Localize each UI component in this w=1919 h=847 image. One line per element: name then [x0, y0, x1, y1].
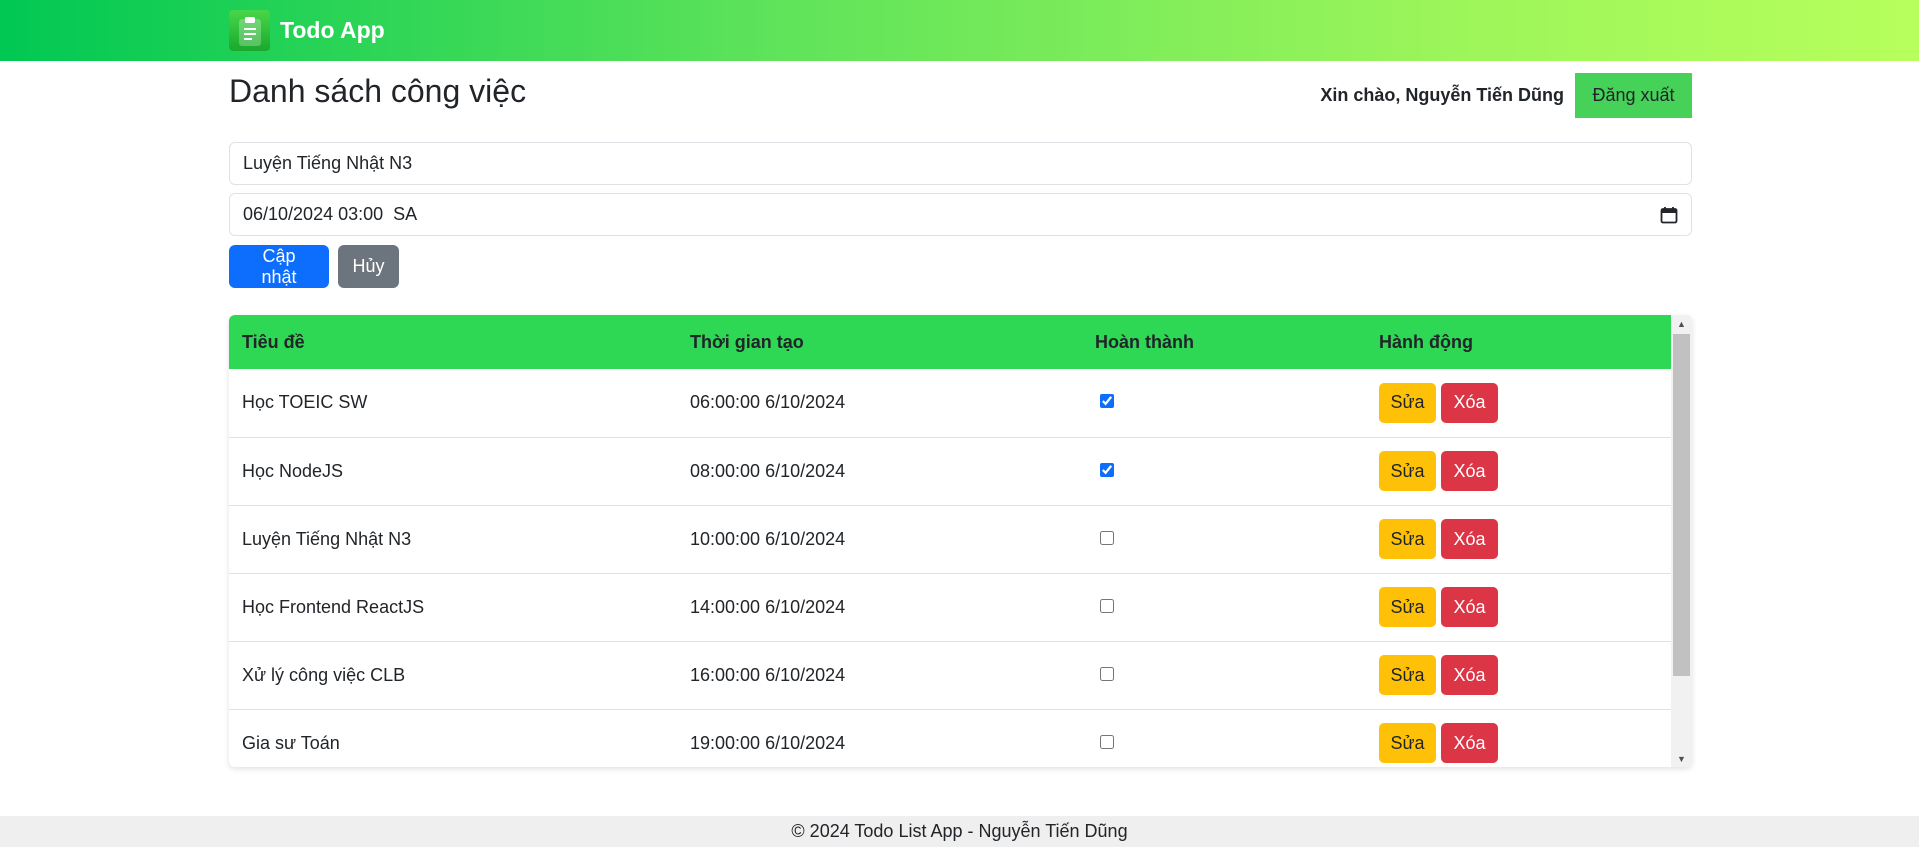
table-row: Xử lý công việc CLB 16:00:00 6/10/2024 Sửa…	[229, 641, 1671, 709]
delete-button[interactable]: Xóa	[1441, 519, 1498, 559]
task-created-time: 14:00:00 6/10/2024	[690, 596, 846, 617]
task-done-checkbox[interactable]	[1100, 666, 1114, 681]
delete-button[interactable]: Xóa	[1441, 655, 1498, 695]
footer: © 2024 Todo List App - Nguyễn Tiến Dũng	[0, 816, 1919, 847]
task-done-checkbox[interactable]	[1100, 394, 1114, 409]
cancel-button[interactable]: Hủy	[338, 245, 399, 288]
task-title: Học Frontend ReactJS	[242, 596, 425, 617]
task-actions-cell: Sửa Xóa	[1366, 709, 1671, 767]
task-created-time: 16:00:00 6/10/2024	[690, 664, 846, 685]
clipboard-icon	[229, 10, 270, 51]
task-table-container[interactable]: Tiêu đề Thời gian tạo Hoàn thành Hành độ…	[229, 315, 1692, 767]
task-title-input[interactable]	[229, 142, 1692, 185]
task-title: Gia sư Toán	[242, 732, 340, 753]
navbar: Todo App	[0, 0, 1919, 61]
edit-button[interactable]: Sửa	[1379, 519, 1436, 559]
task-created-time: 19:00:00 6/10/2024	[690, 732, 846, 753]
task-done-checkbox[interactable]	[1100, 530, 1114, 545]
task-created-time: 06:00:00 6/10/2024	[690, 392, 846, 413]
task-done-cell	[1082, 369, 1366, 437]
table-header-row: Tiêu đề Thời gian tạo Hoàn thành Hành độ…	[229, 315, 1671, 369]
table-row: Học NodeJS 08:00:00 6/10/2024 Sửa Xóa	[229, 437, 1671, 505]
task-created-time: 10:00:00 6/10/2024	[690, 528, 846, 549]
user-area: Xin chào, Nguyễn Tiến Dũng Đăng xuất	[1320, 72, 1692, 118]
task-title: Học TOEIC SW	[242, 392, 368, 413]
table-body: Học TOEIC SW 06:00:00 6/10/2024 Sửa Xóa Học …	[229, 369, 1671, 767]
task-done-cell	[1082, 573, 1366, 641]
datetime-input[interactable]: 06/10/2024 03:00 SA	[229, 193, 1692, 236]
form-buttons: Cập nhật Hủy	[229, 245, 399, 288]
task-done-checkbox[interactable]	[1100, 734, 1114, 749]
task-title: Luyện Tiếng Nhật N3	[242, 528, 412, 549]
table-row: Gia sư Toán 19:00:00 6/10/2024 Sửa Xóa	[229, 709, 1671, 767]
task-title: Học NodeJS	[242, 460, 344, 481]
column-header-title: Tiêu đề	[242, 331, 305, 352]
column-header-done: Hoàn thành	[1095, 331, 1194, 352]
task-done-checkbox[interactable]	[1100, 598, 1114, 613]
table-row: Học TOEIC SW 06:00:00 6/10/2024 Sửa Xóa	[229, 369, 1671, 437]
datetime-value: 06/10/2024 03:00 SA	[243, 204, 418, 224]
task-actions-cell: Sửa Xóa	[1366, 641, 1671, 709]
column-header-actions: Hành động	[1379, 331, 1473, 352]
main-container: Danh sách công việc Xin chào, Nguyễn Tiế…	[229, 61, 1692, 767]
task-table: Tiêu đề Thời gian tạo Hoàn thành Hành độ…	[229, 315, 1671, 767]
task-done-checkbox[interactable]	[1100, 462, 1114, 477]
calendar-icon[interactable]	[1660, 206, 1678, 224]
delete-button[interactable]: Xóa	[1441, 587, 1498, 627]
footer-text: © 2024 Todo List App - Nguyễn Tiến Dũng	[791, 821, 1128, 841]
edit-button[interactable]: Sửa	[1379, 587, 1436, 627]
table-row: Luyện Tiếng Nhật N3 10:00:00 6/10/2024 Sửa…	[229, 505, 1671, 573]
task-done-cell	[1082, 641, 1366, 709]
update-button[interactable]: Cập nhật	[229, 245, 329, 288]
edit-button[interactable]: Sửa	[1379, 655, 1436, 695]
table-scrollbar[interactable]: ▲ ▼	[1671, 315, 1692, 767]
task-title: Xử lý công việc CLB	[242, 664, 406, 685]
task-done-cell	[1082, 437, 1366, 505]
scroll-up-arrow-icon[interactable]: ▲	[1671, 315, 1692, 332]
greeting-text: Xin chào, Nguyễn Tiến Dũng	[1320, 84, 1564, 105]
edit-button[interactable]: Sửa	[1379, 451, 1436, 491]
delete-button[interactable]: Xóa	[1441, 723, 1498, 763]
task-actions-cell: Sửa Xóa	[1366, 437, 1671, 505]
delete-button[interactable]: Xóa	[1441, 451, 1498, 491]
task-created-time: 08:00:00 6/10/2024	[690, 460, 846, 481]
edit-button[interactable]: Sửa	[1379, 723, 1436, 763]
logout-button[interactable]: Đăng xuất	[1575, 72, 1692, 118]
brand-link[interactable]: Todo App	[229, 10, 385, 51]
edit-button[interactable]: Sửa	[1379, 382, 1436, 423]
task-actions-cell: Sửa Xóa	[1366, 573, 1671, 641]
column-header-created: Thời gian tạo	[690, 331, 804, 352]
task-actions-cell: Sửa Xóa	[1366, 369, 1671, 437]
task-done-cell	[1082, 505, 1366, 573]
delete-button[interactable]: Xóa	[1441, 382, 1498, 423]
scroll-thumb[interactable]	[1673, 334, 1690, 676]
page-title: Danh sách công việc	[229, 72, 527, 109]
task-done-cell	[1082, 709, 1366, 767]
task-actions-cell: Sửa Xóa	[1366, 505, 1671, 573]
scroll-down-arrow-icon[interactable]: ▼	[1671, 750, 1692, 767]
brand-name: Todo App	[280, 17, 385, 43]
table-row: Học Frontend ReactJS 14:00:00 6/10/2024 Sử…	[229, 573, 1671, 641]
header-row: Danh sách công việc Xin chào, Nguyễn Tiế…	[229, 61, 1692, 125]
